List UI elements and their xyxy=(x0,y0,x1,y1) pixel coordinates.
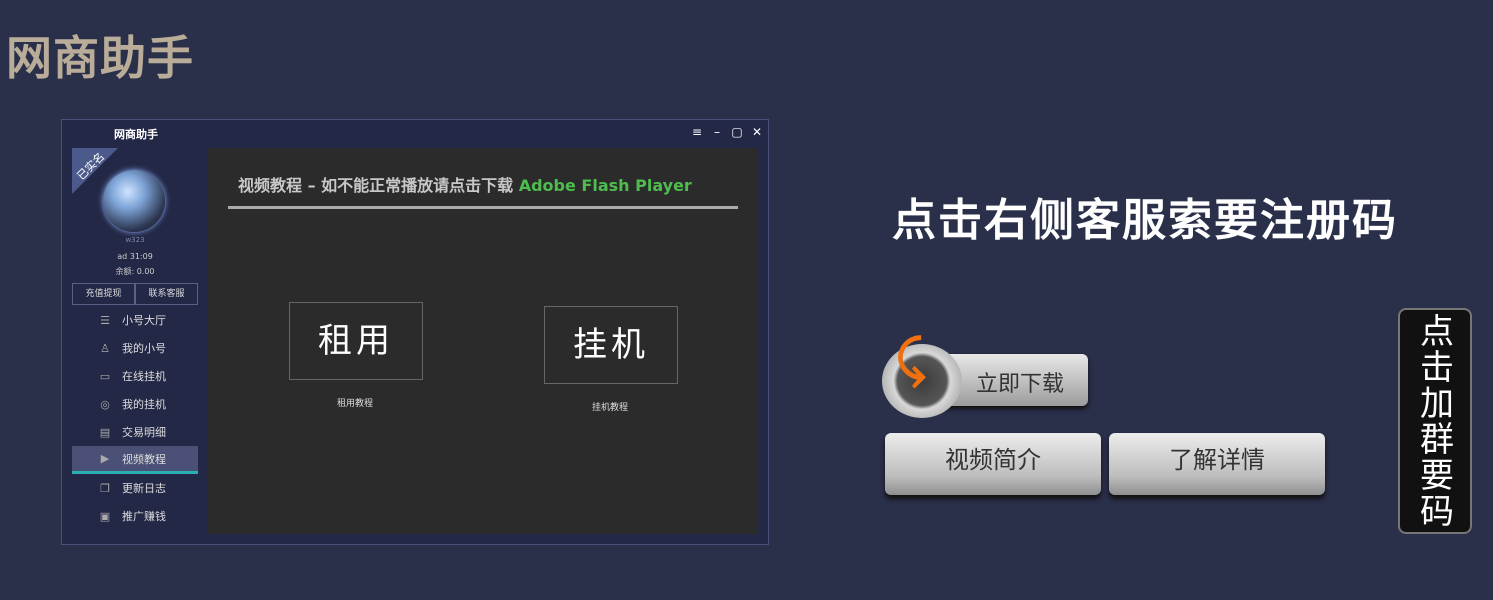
divider xyxy=(228,206,738,209)
recharge-button[interactable]: 充值提现 xyxy=(72,283,135,305)
sidebar-item-label: 交易明细 xyxy=(122,426,166,439)
learn-more-button[interactable]: 了解详情 xyxy=(1109,433,1325,495)
sidebar-item-label: 我的小号 xyxy=(122,342,166,355)
sidebar-item-label: 我的挂机 xyxy=(122,398,166,411)
rent-tutorial-button[interactable]: 租用 xyxy=(289,302,423,380)
sidebar-item-label: 小号大厅 xyxy=(122,314,166,327)
sidebar-item-transactions[interactable]: ▤ 交易明细 xyxy=(72,418,198,446)
headline: 点击右侧客服索要注册码 xyxy=(892,195,1398,246)
sidebar-item-my-accounts[interactable]: ♙ 我的小号 xyxy=(72,334,198,362)
site-logo: 网商助手 xyxy=(6,31,194,85)
username: w323 xyxy=(125,236,145,244)
title-bar[interactable]: 网商助手 ≡ – ▢ ✕ xyxy=(62,120,768,146)
download-arrow-icon: ⤹ xyxy=(896,330,926,388)
user-icon: ♙ xyxy=(100,341,110,355)
content-title-text: 视频教程 – 如不能正常播放请点击下载 xyxy=(238,176,519,195)
close-icon[interactable]: ✕ xyxy=(748,123,766,141)
sidebar-item-promotion[interactable]: ▣ 推广赚钱 xyxy=(72,502,198,530)
sidebar-item-online-hang[interactable]: ▭ 在线挂机 xyxy=(72,362,198,390)
video-intro-button[interactable]: 视频简介 xyxy=(885,433,1101,495)
menu-icon[interactable]: ≡ xyxy=(688,123,706,141)
sidebar-item-label: 推广赚钱 xyxy=(122,510,166,523)
list-icon: ☰ xyxy=(100,313,110,327)
minimize-icon[interactable]: – xyxy=(708,123,726,141)
sidebar-item-changelog[interactable]: ❐ 更新日志 xyxy=(72,474,198,502)
contact-service-button[interactable]: 联系客服 xyxy=(135,283,198,305)
hang-tutorial-label: 挂机教程 xyxy=(591,403,628,413)
join-group-button[interactable]: 点击加群要码 xyxy=(1398,308,1472,534)
sidebar: 已实名 w323 ad 31:09 余额: 0.00 充值提现 联系客服 ☰ 小号… xyxy=(72,148,198,534)
download-button[interactable]: 立即下载 ⤹ xyxy=(882,330,1088,418)
user-info-line: ad 31:09 xyxy=(117,252,153,261)
flash-player-link[interactable]: Adobe Flash Player xyxy=(519,176,692,195)
app-window: 网商助手 ≡ – ▢ ✕ 已实名 w323 ad 31:09 余额: 0.00 … xyxy=(61,119,769,545)
sidebar-item-my-hang[interactable]: ◎ 我的挂机 xyxy=(72,390,198,418)
sidebar-item-video-tutorial[interactable]: ▶ 视频教程 xyxy=(72,446,198,474)
maximize-icon[interactable]: ▢ xyxy=(728,123,746,141)
gift-icon: ▣ xyxy=(99,509,111,523)
document-icon: ❐ xyxy=(100,481,110,495)
avatar[interactable] xyxy=(103,170,165,232)
sidebar-menu: ☰ 小号大厅 ♙ 我的小号 ▭ 在线挂机 ◎ 我的挂机 ▤ 交易明细 ▶ 视频教程 ❐ 更新日… xyxy=(72,306,198,530)
sidebar-item-lobby[interactable]: ☰ 小号大厅 xyxy=(72,306,198,334)
download-label: 立即下载 xyxy=(976,372,1065,397)
play-icon: ▶ xyxy=(100,452,110,465)
download-pill: 立即下载 xyxy=(940,354,1088,406)
rent-tutorial-label: 租用教程 xyxy=(336,399,373,409)
lock-icon: ◎ xyxy=(100,397,110,411)
printer-icon: ▤ xyxy=(99,425,111,439)
hang-tutorial-button[interactable]: 挂机 xyxy=(544,306,678,384)
content-panel: 视频教程 – 如不能正常播放请点击下载 Adobe Flash Player 租… xyxy=(208,148,758,534)
join-group-label: 点击加群要码 xyxy=(1420,312,1454,532)
sidebar-item-label: 更新日志 xyxy=(122,482,166,495)
monitor-icon: ▭ xyxy=(99,369,111,383)
sidebar-item-label: 视频教程 xyxy=(122,452,166,466)
balance: 余额: 0.00 xyxy=(115,267,155,276)
sidebar-item-label: 在线挂机 xyxy=(122,370,166,383)
window-title: 网商助手 xyxy=(114,128,158,141)
content-title: 视频教程 – 如不能正常播放请点击下载 Adobe Flash Player xyxy=(238,172,692,196)
